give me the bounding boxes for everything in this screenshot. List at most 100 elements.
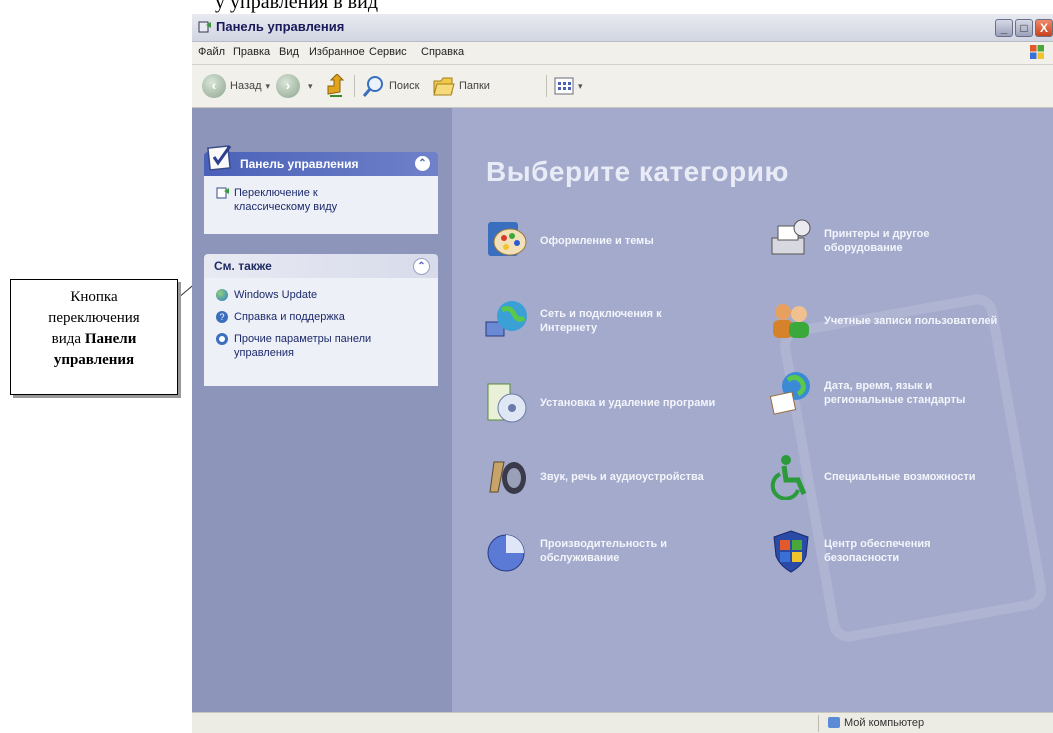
back-button[interactable]: ‹ Назад ▾ — [202, 73, 270, 99]
callout-line: управления — [11, 350, 177, 371]
status-bar: Мой компьютер — [192, 712, 1053, 733]
category-label: Дата, время, язык и — [824, 380, 933, 392]
see-also-title: См. также — [214, 259, 272, 273]
menu-file[interactable]: Файл — [198, 46, 225, 58]
user-accounts-icon — [773, 304, 809, 338]
collapse-up-icon[interactable]: ⌃ — [415, 156, 430, 171]
control-panel-pane-header[interactable]: Панель управления ⌃ — [204, 145, 438, 176]
callout-line: переключения — [48, 310, 140, 326]
category-label: Специальные возможности — [824, 471, 976, 483]
window-title: Панель управления — [216, 19, 345, 34]
category-label-group: Принтеры и другое оборудование — [824, 227, 929, 255]
menu-favorites[interactable]: Избранное — [309, 46, 365, 58]
up-folder-button[interactable] — [324, 73, 346, 99]
appearance-themes-icon — [488, 222, 527, 256]
category-label: Учетные записи пользователей — [824, 315, 998, 327]
sound-speaker-icon — [489, 461, 526, 494]
menu-view[interactable]: Вид — [279, 46, 299, 58]
category-label: Принтеры и другое — [824, 228, 930, 240]
folders-button[interactable]: Папки — [432, 73, 490, 99]
category-network-internet[interactable]: Сеть и подключения к Интернету — [484, 298, 662, 344]
windows-update-link[interactable]: Windows Update — [234, 288, 317, 302]
printer-icon — [771, 219, 811, 255]
category-label-group: Дата, время, язык и региональные стандар… — [824, 379, 965, 407]
back-label: Назад — [230, 80, 262, 92]
other-options-line1: Прочие параметры панели — [234, 333, 372, 345]
collapse-up-icon[interactable]: ⌃ — [413, 258, 430, 275]
category-label-group: Центр обеспечения безопасности — [824, 537, 931, 565]
toolbar-separator — [546, 75, 547, 97]
category-label-group: Производительность и обслуживание — [540, 537, 667, 565]
control-panel-checkmark-icon — [207, 145, 232, 171]
views-button[interactable]: ▾ — [554, 73, 583, 99]
help-icon: ? — [216, 311, 228, 323]
minimize-button[interactable]: _ — [995, 19, 1013, 37]
category-label: Интернету — [540, 322, 598, 334]
content-area: Панель управления ⌃ Переключение к класс… — [192, 108, 1053, 712]
control-panel-pane-body: Переключение к классическому виду — [204, 176, 438, 234]
back-arrow-icon: ‹ — [202, 74, 226, 98]
forward-button[interactable]: › ▾ — [276, 73, 313, 99]
category-appearance-themes[interactable]: Оформление и темы — [484, 218, 654, 264]
category-label: региональные стандарты — [824, 394, 966, 406]
category-accessibility[interactable]: Специальные возможности — [768, 454, 976, 500]
category-printers-hardware[interactable]: Принтеры и другое оборудование — [768, 218, 929, 264]
my-computer-icon — [828, 717, 840, 728]
toolbar: ‹ Назад ▾ › ▾ Поиск Папки ▾ — [192, 65, 1053, 108]
add-remove-programs-icon — [487, 383, 527, 423]
forward-arrow-icon: › — [276, 74, 300, 98]
callout-line4-bold: управления — [53, 352, 135, 368]
callout-line3-prefix: вида — [51, 331, 85, 347]
title-bar[interactable]: Панель управления _ □ X — [192, 14, 1053, 42]
menu-tools[interactable]: Сервис — [369, 46, 407, 58]
menu-edit[interactable]: Правка — [233, 46, 270, 58]
switch-classic-view-line2: классическому виду — [234, 201, 338, 213]
category-label: Установка и удаление програми — [540, 397, 716, 409]
control-panel-pane-title: Панель управления — [240, 157, 359, 171]
security-shield-icon — [773, 530, 809, 573]
category-date-time-language[interactable]: Дата, время, язык и региональные стандар… — [768, 370, 965, 416]
date-time-globe-icon — [769, 372, 810, 415]
network-globe-icon — [485, 301, 527, 337]
windows-logo-icon — [1030, 45, 1044, 59]
performance-pie-icon — [487, 534, 525, 572]
menu-bar: Файл Правка Вид Избранное Сервис Справка — [192, 42, 1053, 65]
control-panel-window: Панель управления _ □ X Файл Правка Вид … — [192, 14, 1053, 733]
category-label: оборудование — [824, 242, 903, 254]
accessibility-icon — [770, 455, 807, 500]
chevron-down-icon: ▾ — [265, 80, 271, 91]
windows-update-icon — [216, 289, 228, 301]
see-also-pane-header[interactable]: См. также ⌃ — [204, 254, 438, 278]
category-sound-speech-audio[interactable]: Звук, речь и аудиоустройства — [484, 454, 704, 500]
other-options-line2: управления — [234, 347, 294, 359]
status-divider — [818, 715, 819, 732]
search-button[interactable]: Поиск — [362, 73, 419, 99]
help-support-link[interactable]: Справка и поддержка — [234, 310, 345, 324]
category-label: Центр обеспечения — [824, 538, 931, 550]
category-performance-maintenance[interactable]: Производительность и обслуживание — [484, 528, 667, 574]
category-security-center[interactable]: Центр обеспечения безопасности — [768, 528, 931, 574]
search-label: Поиск — [389, 80, 420, 92]
folders-icon — [433, 77, 455, 96]
category-label: Звук, речь и аудиоустройства — [540, 471, 704, 483]
chevron-down-icon: ▾ — [578, 80, 583, 91]
category-add-remove-programs[interactable]: Установка и удаление програми — [484, 380, 715, 426]
category-user-accounts[interactable]: Учетные записи пользователей — [768, 298, 997, 344]
callout-line3-bold: Панели — [84, 331, 137, 347]
task-pane: Панель управления ⌃ Переключение к класс… — [192, 108, 452, 712]
up-arrow-icon — [327, 74, 345, 97]
other-options-icon — [216, 333, 228, 345]
page-heading: Выберите категорию — [486, 156, 789, 187]
folders-label: Папки — [459, 80, 490, 92]
other-control-panel-options-link[interactable]: Прочие параметры панели управления — [234, 332, 371, 360]
switch-classic-view-link[interactable]: Переключение к классическому виду — [234, 186, 337, 214]
menu-help[interactable]: Справка — [421, 46, 464, 58]
maximize-button[interactable]: □ — [1015, 19, 1033, 37]
callout-line: Кнопка — [70, 289, 118, 305]
close-button[interactable]: X — [1035, 19, 1053, 37]
views-grid-icon — [554, 77, 574, 95]
category-label-group: Сеть и подключения к Интернету — [540, 307, 662, 335]
switch-classic-view-line1: Переключение к — [234, 187, 318, 199]
category-label: Сеть и подключения к — [540, 308, 662, 320]
chevron-down-icon: ▾ — [308, 80, 313, 91]
